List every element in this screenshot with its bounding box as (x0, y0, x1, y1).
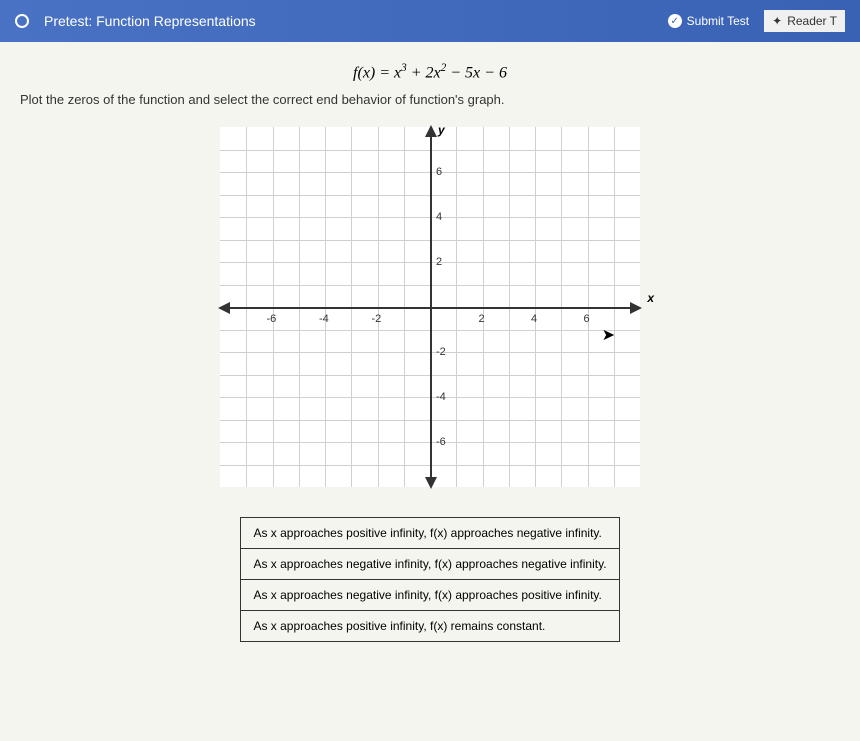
y-tick: 6 (436, 166, 442, 178)
x-tick: -2 (372, 313, 382, 325)
option-2[interactable]: As x approaches negative infinity, f(x) … (241, 549, 619, 580)
reader-label: Reader T (787, 14, 837, 28)
app-header: Pretest: Function Representations ✓ Subm… (0, 0, 860, 42)
y-tick: 4 (436, 211, 442, 223)
cursor-icon: ➤ (602, 325, 615, 345)
x-axis-label: x (647, 291, 654, 305)
arrow-left-icon (218, 302, 230, 314)
option-4[interactable]: As x approaches positive infinity, f(x) … (241, 611, 619, 642)
x-tick: 2 (479, 313, 485, 325)
option-1[interactable]: As x approaches positive infinity, f(x) … (241, 518, 619, 549)
x-tick: -6 (267, 313, 277, 325)
y-axis-label: y (438, 123, 445, 137)
instruction-text: Plot the zeros of the function and selec… (20, 92, 840, 107)
y-tick: -4 (436, 391, 446, 403)
submit-label: Submit Test (687, 14, 749, 28)
header-right: ✓ Submit Test ✦ Reader T (668, 10, 845, 32)
graph-container: y x -6 -4 -2 2 4 6 -6 -4 -2 2 4 6 ➤ (20, 127, 840, 487)
arrow-right-icon (630, 302, 642, 314)
arrow-down-icon (425, 477, 437, 489)
x-tick: 6 (584, 313, 590, 325)
reader-tools-button[interactable]: ✦ Reader T (764, 10, 845, 32)
submit-test-button[interactable]: ✓ Submit Test (668, 14, 749, 28)
page-title: Pretest: Function Representations (44, 13, 256, 29)
check-icon: ✓ (668, 14, 682, 28)
function-formula: f(x) = x3 + 2x2 − 5x − 6 (20, 62, 840, 82)
y-tick: -2 (436, 346, 446, 358)
y-axis (430, 127, 432, 487)
coordinate-plane[interactable]: y x -6 -4 -2 2 4 6 -6 -4 -2 2 4 6 ➤ (220, 127, 640, 487)
header-left: Pretest: Function Representations (15, 13, 256, 29)
y-tick: -6 (436, 436, 446, 448)
wand-icon: ✦ (772, 14, 782, 28)
options-table: As x approaches positive infinity, f(x) … (240, 517, 619, 642)
arrow-up-icon (425, 125, 437, 137)
content-area: f(x) = x3 + 2x2 − 5x − 6 Plot the zeros … (0, 42, 860, 741)
x-tick: 4 (531, 313, 537, 325)
info-icon[interactable] (15, 14, 29, 28)
answer-options: As x approaches positive infinity, f(x) … (20, 517, 840, 642)
x-tick: -4 (319, 313, 329, 325)
option-3[interactable]: As x approaches negative infinity, f(x) … (241, 580, 619, 611)
y-tick: 2 (436, 256, 442, 268)
